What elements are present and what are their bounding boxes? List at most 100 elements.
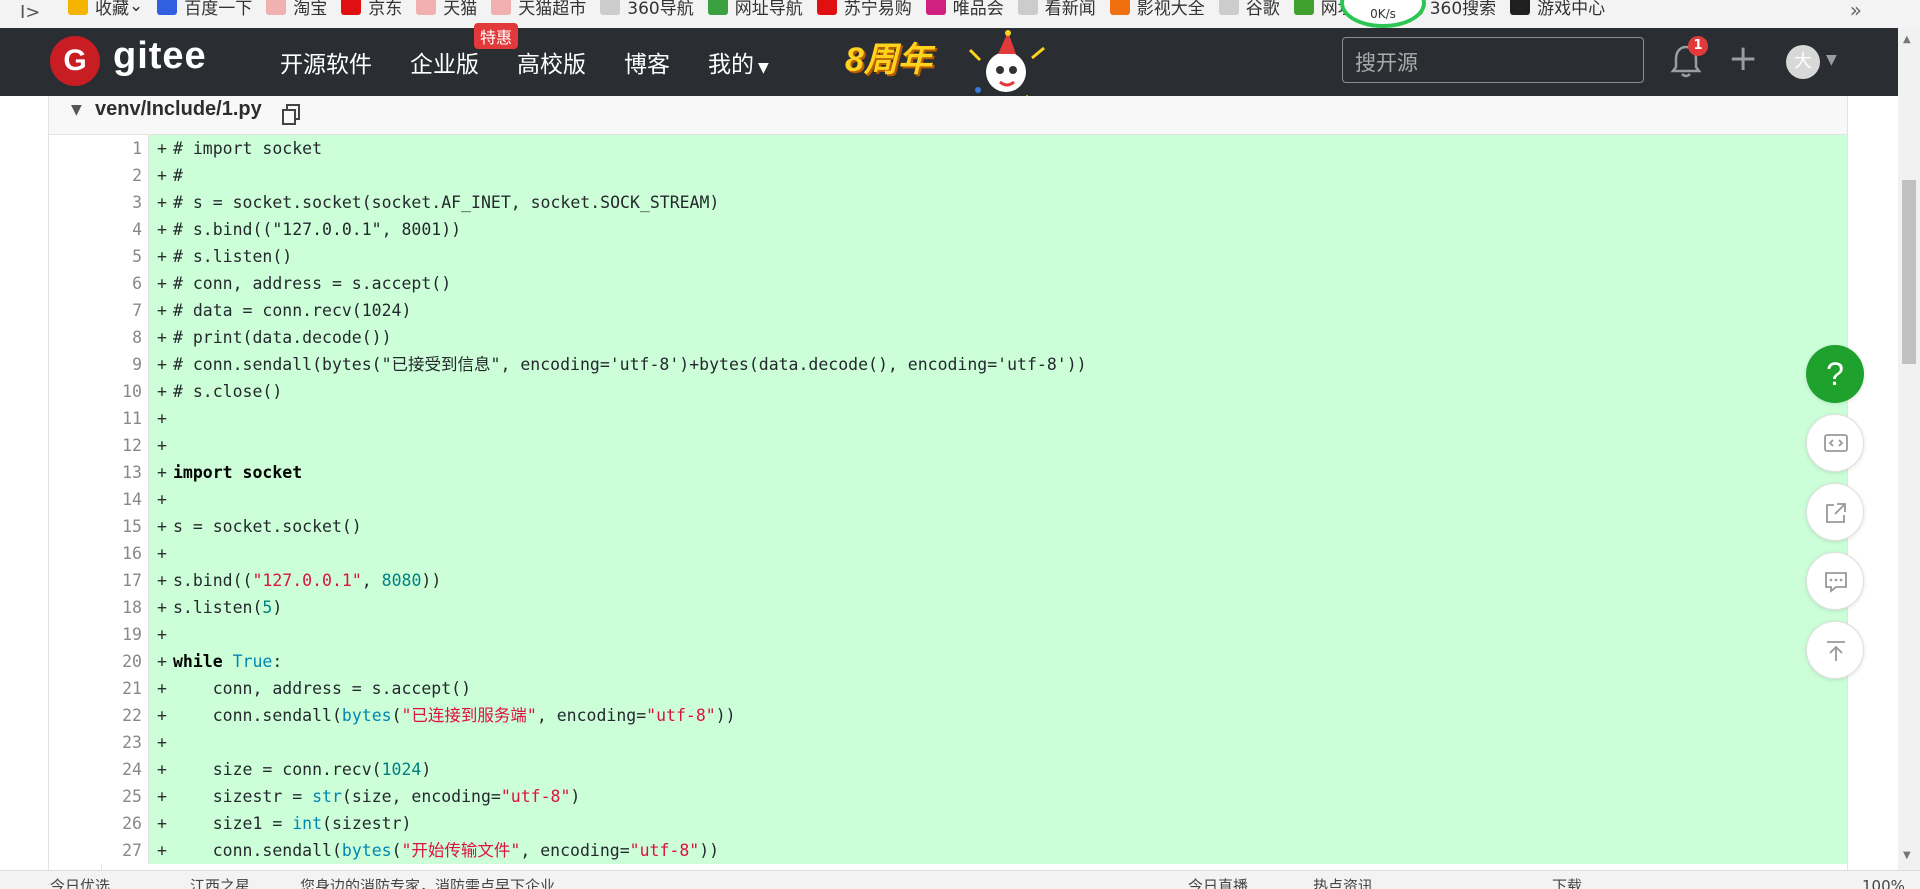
code-view-button[interactable] (1806, 414, 1864, 472)
line-number[interactable]: 12 (49, 432, 149, 459)
nav-item[interactable]: 博客 (624, 45, 670, 79)
line-number[interactable]: 19 (49, 621, 149, 648)
line-number[interactable]: 22 (49, 702, 149, 729)
bookmark-item[interactable]: 京东 (341, 0, 402, 19)
line-number[interactable]: 2 (49, 162, 149, 189)
code-line: 14 + (49, 486, 1847, 513)
line-number[interactable]: 10 (49, 378, 149, 405)
search-input[interactable]: 搜开源 (1342, 37, 1644, 83)
diff-add-sign: + (157, 625, 167, 644)
help-button[interactable]: ? (1806, 345, 1864, 403)
line-number[interactable]: 17 (49, 567, 149, 594)
chevron-down-icon[interactable]: ⌄ (129, 0, 143, 16)
line-number[interactable]: 16 (49, 540, 149, 567)
diff-add-sign: + (157, 544, 167, 563)
code-icon (1824, 434, 1848, 452)
code-token: # print(data.decode()) (173, 328, 392, 347)
code-token: ( (391, 841, 402, 860)
chevron-down-icon[interactable]: ▼ (1826, 52, 1837, 68)
bookmark-item[interactable]: 收藏 ⌄ (68, 0, 143, 19)
bookmark-favicon-icon (707, 0, 728, 15)
bookmark-item[interactable]: 谷歌 (1218, 0, 1280, 19)
back-to-top-button[interactable] (1806, 621, 1864, 679)
line-number[interactable]: 26 (49, 810, 149, 837)
nav-item[interactable]: 企业版 特惠 (410, 23, 519, 79)
code-token: "开始传输文件" (401, 841, 521, 860)
bookmark-item[interactable]: 360导航 (600, 0, 694, 19)
gitee-logo-text[interactable]: gitee (113, 35, 207, 78)
collapse-caret-icon[interactable]: ▼ (71, 102, 82, 118)
nav-item[interactable]: 高校版 (517, 45, 586, 79)
nav-item[interactable]: 我的 ▼ (708, 45, 769, 79)
scroll-up-arrow-icon[interactable]: ▲ (1903, 34, 1911, 45)
bookmark-label: 京东 (368, 0, 403, 19)
status-zoom[interactable]: 100% (1862, 871, 1905, 889)
bookmark-label: 游戏中心 (1537, 0, 1606, 19)
line-number[interactable]: 8 (49, 324, 149, 351)
anniversary-banner[interactable]: 8周年 (845, 32, 932, 81)
bookmark-item[interactable]: 天猫 (416, 0, 477, 19)
bookmarks-more-button[interactable]: » (1850, 0, 1862, 22)
bookmark-item[interactable]: 看新闻 (1017, 0, 1096, 19)
line-number[interactable]: 15 (49, 513, 149, 540)
file-path[interactable]: venv/Include/1.py (95, 98, 262, 121)
line-number[interactable]: 20 (49, 648, 149, 675)
bookmark-item[interactable]: 影视大全 (1109, 0, 1205, 19)
gitee-logo-icon[interactable]: G (50, 36, 100, 86)
bookmark-item[interactable]: 游戏中心 (1510, 0, 1605, 19)
scroll-thumb[interactable] (1902, 180, 1916, 364)
bookmark-item[interactable]: 苏宁易购 (816, 0, 912, 19)
page-scrollbar[interactable]: ▲ ▼ (1898, 28, 1920, 870)
diff-add-sign: + (157, 328, 167, 347)
code-line: 27 + conn.sendall(bytes("开始传输文件", encodin… (49, 837, 1847, 864)
code-token: str (312, 787, 342, 806)
bookmark-label: 百度一下 (184, 0, 253, 19)
bookmark-favicon-icon (341, 0, 362, 15)
nav-item[interactable]: 开源软件 (280, 45, 372, 79)
network-speed-widget[interactable]: 0K/s (1340, 0, 1426, 28)
line-number[interactable]: 6 (49, 270, 149, 297)
status-news[interactable]: 热点资讯 (1313, 871, 1373, 889)
line-number[interactable]: 9 (49, 351, 149, 378)
status-left-2[interactable]: 江西之星 (190, 871, 250, 889)
line-number[interactable]: 1 (49, 135, 149, 162)
bookmark-item[interactable]: 淘宝 (266, 0, 327, 19)
line-number[interactable]: 21 (49, 675, 149, 702)
line-number[interactable]: 13 (49, 459, 149, 486)
nav-item-label: 企业版 (410, 52, 479, 78)
status-download[interactable]: 下载 (1552, 871, 1582, 889)
line-number[interactable]: 27 (49, 837, 149, 864)
line-number[interactable]: 24 (49, 756, 149, 783)
bookmark-favicon-icon (491, 0, 512, 15)
line-number[interactable]: 23 (49, 729, 149, 756)
line-number[interactable]: 4 (49, 216, 149, 243)
bookmark-item[interactable]: 百度一下 (157, 0, 252, 19)
bookmark-item[interactable]: 唯品会 (925, 0, 1004, 19)
code-token: )) (699, 841, 720, 860)
line-number[interactable]: 25 (49, 783, 149, 810)
file-header: ▼ venv/Include/1.py (49, 96, 1847, 135)
status-left-1[interactable]: 今日优选 (50, 871, 110, 889)
sidebar-toggle[interactable]: I> (20, 2, 40, 23)
avatar[interactable]: 大 (1786, 45, 1820, 79)
line-number[interactable]: 3 (49, 189, 149, 216)
comment-icon (1825, 572, 1847, 593)
line-content: # conn.sendall(bytes("已接受到信息", encoding=… (173, 351, 1087, 378)
code-token: "utf-8" (629, 841, 700, 860)
line-number[interactable]: 7 (49, 297, 149, 324)
line-number[interactable]: 5 (49, 243, 149, 270)
scroll-down-arrow-icon[interactable]: ▼ (1903, 850, 1911, 861)
line-number[interactable]: 18 (49, 594, 149, 621)
code-token: s.listen( (173, 598, 263, 617)
line-number[interactable]: 11 (49, 405, 149, 432)
share-button[interactable] (1806, 483, 1864, 541)
comment-button[interactable] (1806, 552, 1864, 610)
status-left-3[interactable]: 您身边的消防专家，消防需点早下企业 (300, 871, 555, 889)
status-live[interactable]: 今日直播 (1188, 871, 1248, 889)
bookmark-item[interactable]: 网址导航 (707, 0, 803, 19)
code-line: 24 + size = conn.recv(1024) (49, 756, 1847, 783)
create-plus-icon[interactable]: + (1728, 38, 1758, 79)
bookmark-item[interactable]: 天猫超市 (491, 0, 586, 19)
line-number[interactable]: 14 (49, 486, 149, 513)
copy-icon[interactable] (281, 104, 301, 126)
